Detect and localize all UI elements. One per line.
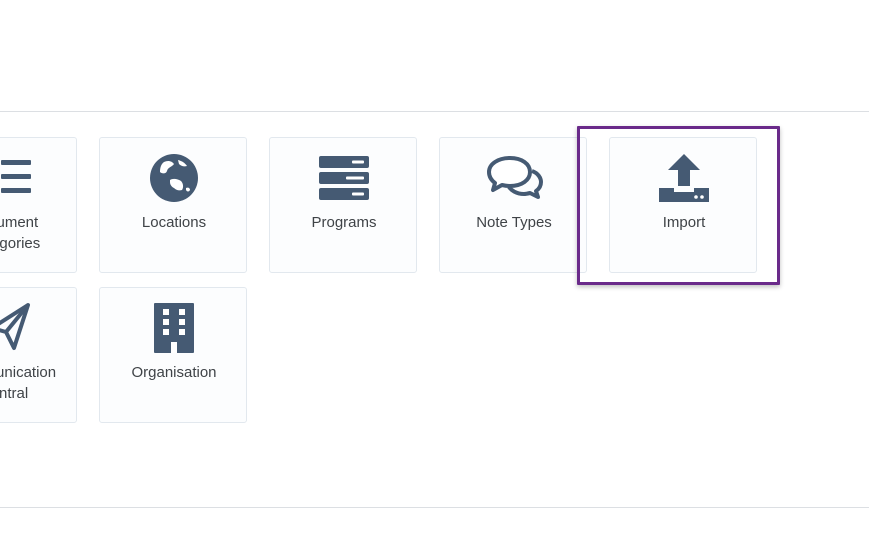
tile-programs[interactable]: Programs bbox=[269, 137, 417, 273]
server-icon bbox=[270, 152, 418, 204]
import-highlight-box bbox=[577, 126, 780, 285]
tile-label: Programs bbox=[311, 214, 377, 231]
building-icon bbox=[100, 302, 248, 354]
settings-page: Document Categories Locations bbox=[0, 0, 869, 534]
top-divider bbox=[0, 111, 869, 112]
tile-label: Locations bbox=[141, 214, 207, 231]
tile-communication-central[interactable]: Communication Central bbox=[0, 287, 77, 423]
bottom-divider bbox=[0, 507, 869, 508]
tile-document-categories[interactable]: Document Categories bbox=[0, 137, 77, 273]
paper-plane-icon bbox=[0, 302, 78, 354]
tile-label: Organisation bbox=[131, 364, 217, 381]
tile-locations[interactable]: Locations bbox=[99, 137, 247, 273]
tile-note-types[interactable]: Note Types bbox=[439, 137, 587, 273]
comments-icon bbox=[440, 152, 588, 204]
tile-label: Note Types bbox=[476, 214, 552, 231]
tile-label: Document Categories bbox=[0, 214, 41, 252]
list-icon bbox=[0, 152, 78, 204]
tile-label: Communication Central bbox=[0, 364, 57, 402]
globe-icon bbox=[100, 152, 248, 204]
tile-organisation[interactable]: Organisation bbox=[99, 287, 247, 423]
